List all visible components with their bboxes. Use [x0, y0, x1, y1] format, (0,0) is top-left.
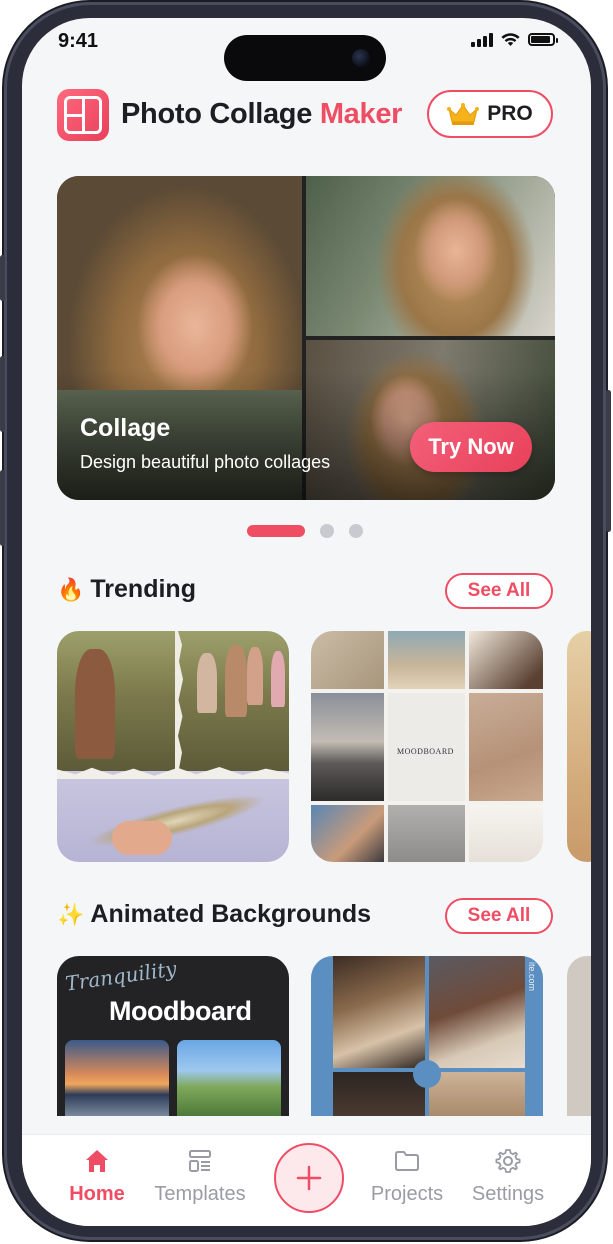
- sky-photo: [177, 1040, 281, 1116]
- animated-card-moodboard[interactable]: Tranquility Moodboard: [57, 956, 289, 1116]
- animated-card-fashion[interactable]: ite.com: [311, 956, 543, 1116]
- templates-icon: [189, 1150, 211, 1172]
- wifi-icon: [501, 33, 520, 46]
- plus-icon: [296, 1165, 322, 1191]
- app-logo-icon: [57, 89, 109, 141]
- pro-label: PRO: [487, 102, 533, 125]
- sparkles-icon: ✨: [57, 901, 85, 927]
- trending-card-torn-paper[interactable]: [57, 631, 289, 862]
- animated-card-partial[interactable]: [567, 956, 591, 1116]
- dynamic-island: [224, 35, 386, 81]
- trending-card-moodboard[interactable]: MOODBOARD: [311, 631, 543, 862]
- status-icons: [471, 32, 558, 47]
- gear-icon: [495, 1149, 521, 1173]
- animated-title: ✨ Animated Backgrounds: [57, 900, 371, 929]
- nav-settings-label: Settings: [471, 1183, 545, 1205]
- phone-side-button: [0, 255, 5, 301]
- nav-projects-label: Projects: [370, 1183, 444, 1205]
- carousel-dot[interactable]: [320, 524, 334, 538]
- phone-side-button: [606, 390, 611, 532]
- carousel-dot[interactable]: [349, 524, 363, 538]
- moodboard-label: MOODBOARD: [397, 747, 454, 756]
- folder-icon: [395, 1151, 419, 1171]
- bottom-navigation: Home Templates Projects Settings: [22, 1134, 591, 1226]
- nav-home-label: Home: [69, 1183, 125, 1205]
- crown-icon: [447, 103, 480, 125]
- hero-subtitle: Design beautiful photo collages: [80, 452, 331, 472]
- try-now-button[interactable]: Try Now: [410, 422, 532, 472]
- animated-card-title: Moodboard: [109, 996, 252, 1026]
- hero-photo-top: [306, 176, 555, 336]
- phone-side-button: [0, 356, 5, 432]
- trending-title: 🔥 Trending: [57, 575, 196, 604]
- hero-title: Collage: [80, 414, 171, 442]
- nav-projects[interactable]: Projects: [352, 1147, 462, 1206]
- animated-card-script: Tranquility: [63, 956, 179, 996]
- phone-side-button: [0, 470, 5, 546]
- trending-card-partial[interactable]: [567, 631, 591, 862]
- animated-see-all-button[interactable]: See All: [445, 898, 553, 934]
- signal-icon: [471, 32, 493, 47]
- nav-templates-label: Templates: [154, 1183, 246, 1205]
- carousel-indicator: [247, 524, 363, 538]
- nav-home[interactable]: Home: [42, 1147, 152, 1206]
- nav-settings[interactable]: Settings: [453, 1147, 563, 1206]
- status-time: 9:41: [58, 30, 99, 52]
- animated-label: Animated Backgrounds: [90, 900, 372, 928]
- trending-label: Trending: [90, 575, 196, 603]
- trending-see-all-button[interactable]: See All: [445, 573, 553, 609]
- app-title: Photo Collage Maker: [121, 98, 402, 131]
- animated-card-side-text: ite.com: [527, 962, 537, 992]
- home-icon: [86, 1150, 108, 1172]
- app-title-accent: Maker: [319, 98, 403, 130]
- app-title-main: Photo Collage: [121, 98, 320, 130]
- app-screen: 9:41 Photo Collage Maker PRO Collage Des…: [22, 18, 591, 1226]
- nav-templates[interactable]: Templates: [145, 1147, 255, 1206]
- sunset-photo: [65, 1040, 169, 1116]
- camera-icon: [352, 49, 370, 67]
- create-new-button[interactable]: [274, 1143, 344, 1213]
- fire-icon: 🔥: [57, 576, 85, 602]
- carousel-dot-active[interactable]: [247, 525, 305, 537]
- hero-banner[interactable]: Collage Design beautiful photo collages …: [57, 176, 555, 500]
- pro-button[interactable]: PRO: [427, 90, 553, 138]
- battery-icon: [528, 33, 558, 46]
